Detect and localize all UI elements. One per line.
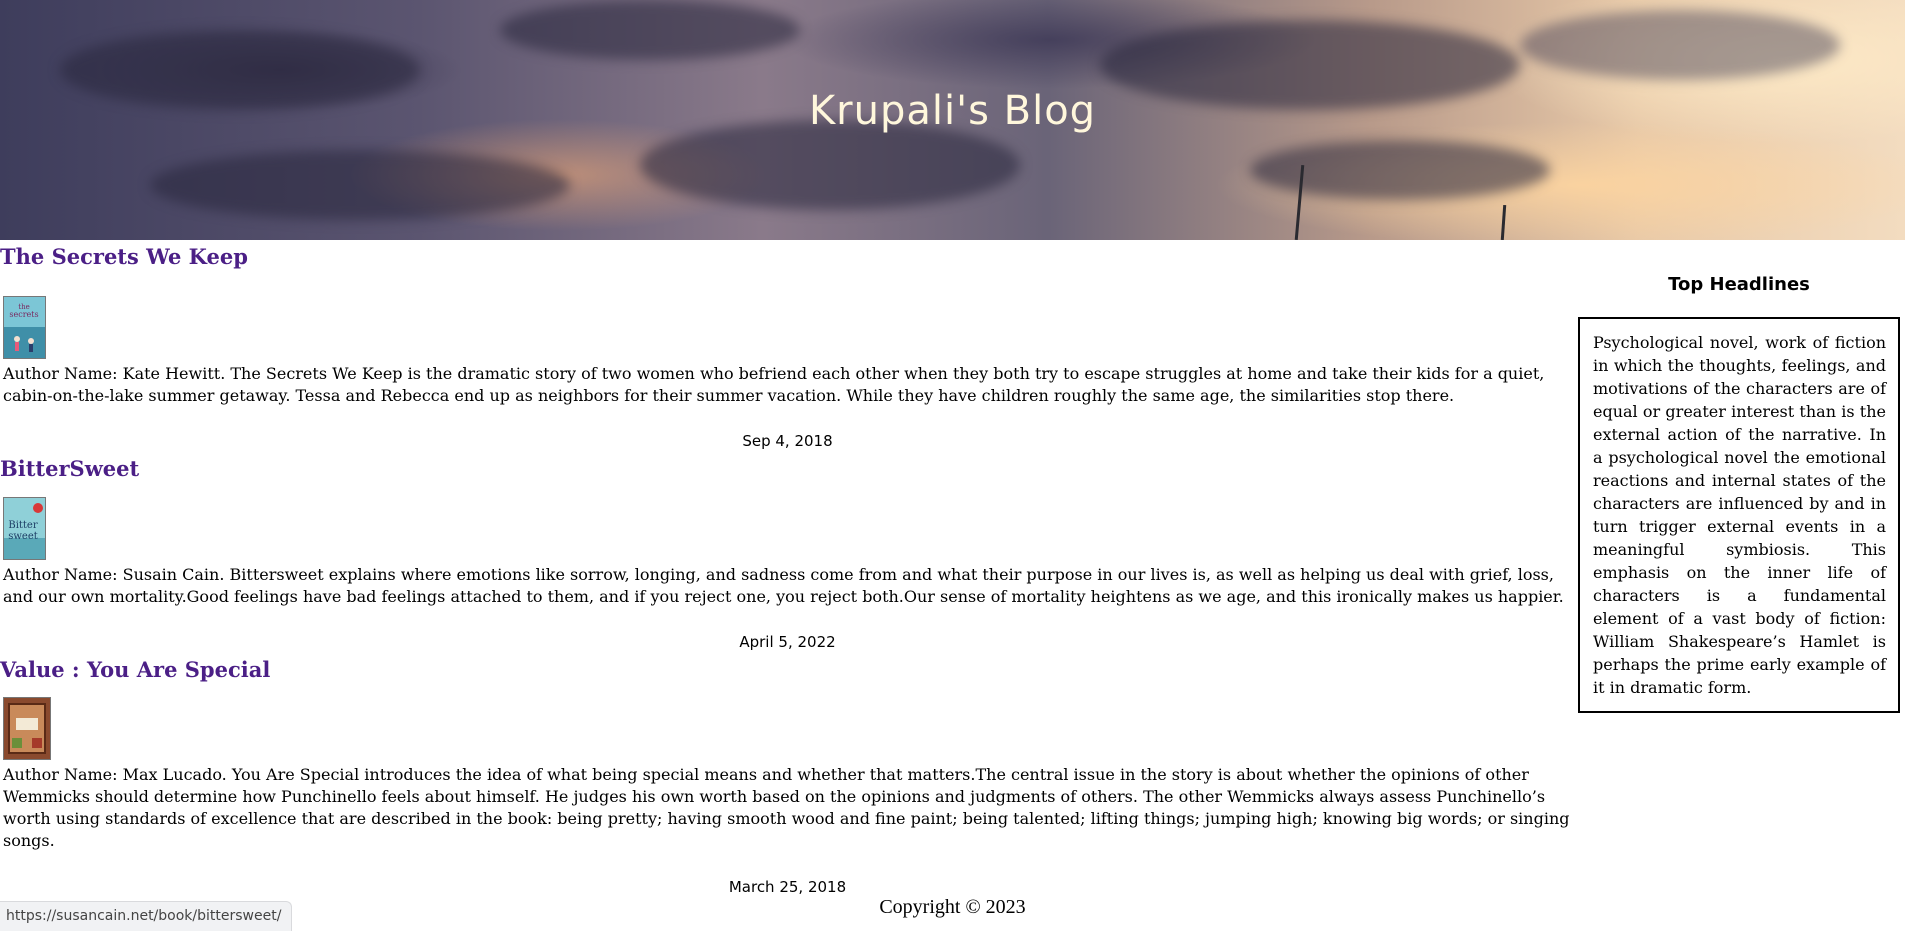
banner-mast [1500, 204, 1507, 240]
banner-cloud [150, 150, 570, 220]
svg-text:sweet: sweet [8, 531, 38, 542]
post-date: March 25, 2018 [728, 878, 847, 896]
post-date: April 5, 2022 [739, 633, 836, 651]
post-title[interactable]: The Secrets We Keep [0, 244, 1575, 269]
post-title[interactable]: Value : You Are Special [0, 657, 1575, 682]
post: The Secrets We Keep the secrets Author N… [0, 244, 1575, 450]
post-date: Sep 4, 2018 [742, 432, 833, 450]
banner-cloud [1520, 10, 1840, 80]
header-banner: Krupali's Blog [0, 0, 1905, 240]
posts-column: The Secrets We Keep the secrets Author N… [0, 240, 1575, 896]
book-cover-image[interactable]: the secrets [3, 296, 46, 359]
post: BitterSweet Bitter sweet Author Name: Su… [0, 456, 1575, 651]
banner-cloud [1250, 140, 1550, 200]
svg-text:secrets: secrets [9, 310, 38, 319]
sidebar-text-box: Psychological novel, work of fiction in … [1578, 317, 1900, 713]
sidebar-heading: Top Headlines [1668, 274, 1810, 295]
post-title[interactable]: BitterSweet [0, 456, 1575, 481]
post: Value : You Are Special Author Name: Max… [0, 657, 1575, 896]
post-body: Author Name: Susain Cain. Bittersweet ex… [3, 565, 1564, 606]
link-status-bar: https://susancain.net/book/bittersweet/ [0, 901, 293, 931]
sidebar: Top Headlines Psychological novel, work … [1578, 240, 1900, 713]
blog-title: Krupali's Blog [808, 88, 1097, 134]
svg-text:Bitter: Bitter [8, 520, 38, 531]
book-cover-image[interactable] [3, 697, 51, 760]
post-body: Author Name: Max Lucado. You Are Special… [3, 765, 1570, 850]
book-cover-image[interactable]: Bitter sweet [3, 497, 46, 560]
post-body: Author Name: Kate Hewitt. The Secrets We… [3, 364, 1545, 405]
banner-cloud [500, 0, 800, 60]
